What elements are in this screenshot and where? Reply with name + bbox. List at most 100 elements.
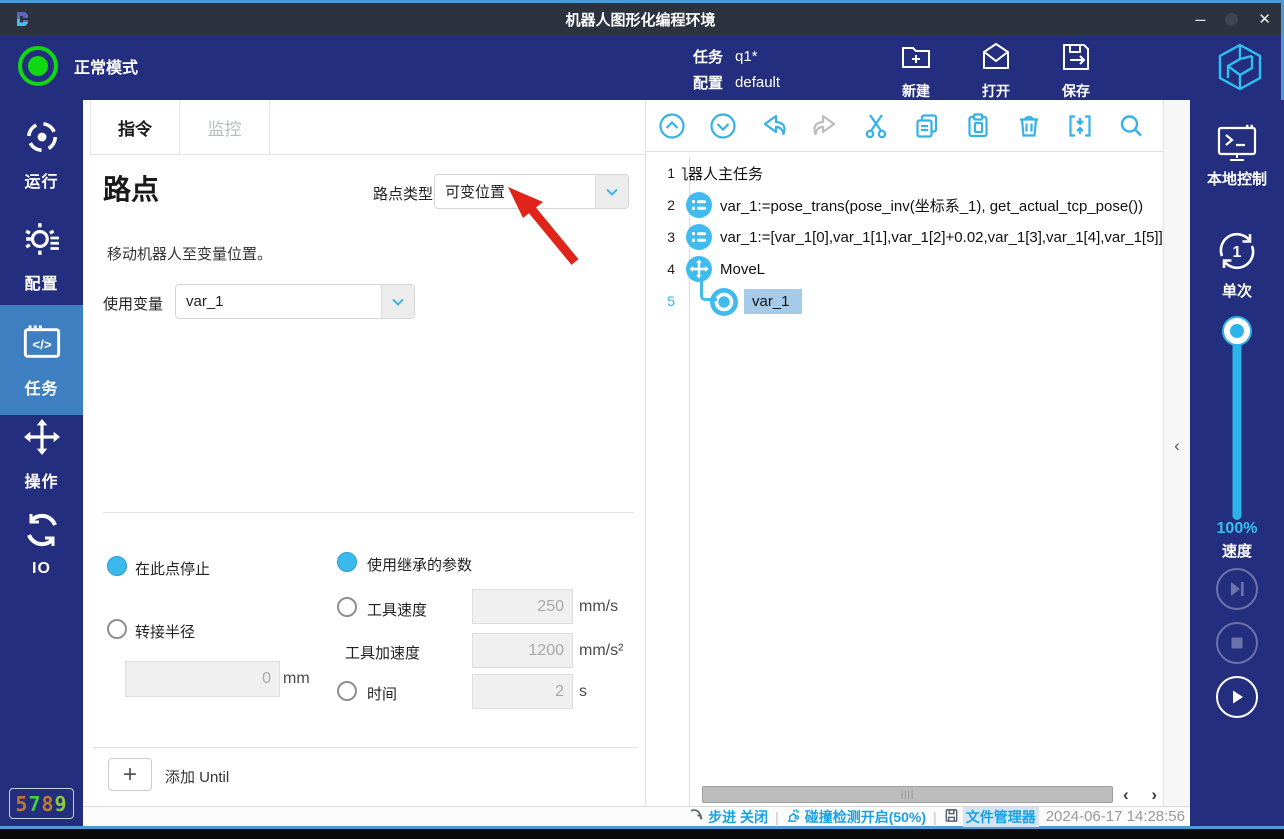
redo-icon xyxy=(811,112,839,140)
tab-bar: 指令 监控 xyxy=(90,100,645,155)
mode-status-icon xyxy=(18,46,58,86)
radio-blend-radius[interactable] xyxy=(107,619,127,639)
single-run-icon[interactable]: 1 xyxy=(1214,228,1260,279)
tab-command[interactable]: 指令 xyxy=(90,100,180,154)
task-config-info: 任务 q1* 配置 default xyxy=(693,43,780,95)
mode-label: 正常模式 xyxy=(74,54,138,78)
tool-speed-unit: mm/s xyxy=(579,598,618,616)
move-down-icon[interactable] xyxy=(709,112,737,140)
minimize-button[interactable]: – xyxy=(1195,14,1205,24)
speed-label: 速度 xyxy=(1190,540,1284,561)
tree-toolbar xyxy=(646,100,1163,152)
single-run-label: 单次 xyxy=(1190,280,1284,301)
radio-time[interactable] xyxy=(337,681,357,701)
waypoint-type-label: 路点类型 xyxy=(373,183,433,204)
chevron-down-icon xyxy=(595,175,628,208)
local-control-icon[interactable] xyxy=(1215,124,1259,169)
header: 正常模式 任务 q1* 配置 default 新建 xyxy=(0,35,1281,100)
scroll-right-button[interactable]: › xyxy=(1151,786,1157,803)
tree-connector xyxy=(700,276,717,301)
waypoint-type-select[interactable]: 可变位置 xyxy=(434,174,629,209)
close-button[interactable]: ✕ xyxy=(1258,10,1271,28)
tool-speed-input[interactable]: 250 xyxy=(472,589,573,624)
scrollbar-thumb[interactable]: |||| xyxy=(702,786,1113,803)
panels: 指令 监控 路点 路点类型 可变位置 xyxy=(83,100,1190,806)
speed-slider-handle[interactable] xyxy=(1224,318,1250,344)
status-counter: 5789 xyxy=(9,788,74,819)
right-sidebar: 本地控制 1 单次 100% 速度 xyxy=(1190,100,1284,826)
tree-row-main-task[interactable]: 1 机器人主任务 xyxy=(646,157,1163,189)
horizontal-scrollbar: |||| ‹ › xyxy=(646,785,1163,803)
file-manager-icon xyxy=(944,808,959,826)
replace-icon[interactable] xyxy=(1066,112,1094,140)
window-controls: – ✕ xyxy=(1195,3,1271,35)
config-value: default xyxy=(735,74,780,91)
sidebar-item-operate[interactable]: 操作 xyxy=(0,418,83,492)
speed-slider-track[interactable] xyxy=(1233,330,1242,520)
sidebar-item-task[interactable]: </> 任务 xyxy=(0,305,83,415)
assignment-icon xyxy=(686,192,712,218)
collapse-chevron-icon[interactable]: ‹ xyxy=(1174,436,1180,456)
open-button[interactable]: 打开 xyxy=(963,40,1029,101)
tree-row-assignment-1[interactable]: 2 var_1:=pose_trans(pose_inv(坐标系_1), get… xyxy=(646,189,1163,221)
app-window: 机器人图形化编程环境 – ✕ 正常模式 任务 q1* 配置 default xyxy=(0,0,1284,829)
search-icon[interactable] xyxy=(1117,112,1145,140)
window-title: 机器人图形化编程环境 xyxy=(565,9,715,30)
time-label: 时间 xyxy=(367,683,397,704)
local-control-label: 本地控制 xyxy=(1190,168,1284,189)
tree-row-assignment-2[interactable]: 3 var_1:=[var_1[0],var_1[1],var_1[2]+0.0… xyxy=(646,221,1163,253)
window-edge xyxy=(0,829,1284,839)
save-button[interactable]: 保存 xyxy=(1043,40,1109,101)
new-button[interactable]: 新建 xyxy=(883,40,949,101)
time-input[interactable]: 2 xyxy=(472,674,573,709)
radio-stop-at-point[interactable] xyxy=(107,556,127,576)
tab-monitor[interactable]: 监控 xyxy=(180,100,270,154)
task-label: 任务 xyxy=(693,46,723,67)
left-sidebar: 运行 配置 xyxy=(0,100,83,826)
step-arrow-icon xyxy=(689,808,704,826)
chevron-down-icon xyxy=(381,285,414,318)
copy-icon[interactable] xyxy=(913,112,941,140)
brand-logo-icon xyxy=(1215,42,1265,92)
scrollbar-track[interactable]: |||| xyxy=(647,786,1117,803)
radio-inherit-params[interactable] xyxy=(337,552,357,572)
statusbar: 步进 关闭 | 碰撞检测开启(50%) | 文件管理器 2024-06-17 1… xyxy=(83,806,1190,826)
sidebar-item-config[interactable]: 配置 xyxy=(0,220,83,294)
selected-node-label: var_1 xyxy=(744,289,802,314)
tool-accel-input[interactable]: 1200 xyxy=(472,633,573,668)
program-tree: 1 机器人主任务 2 var_1:=pose_trans(pose_inv(坐标… xyxy=(646,157,1163,317)
delete-icon[interactable] xyxy=(1015,112,1043,140)
tool-speed-label: 工具速度 xyxy=(367,599,427,620)
add-until-button[interactable]: + xyxy=(108,758,152,791)
center-column: 指令 监控 路点 路点类型 可变位置 xyxy=(83,100,1190,826)
paste-icon[interactable] xyxy=(964,112,992,140)
blend-radius-input[interactable]: 0 xyxy=(125,661,280,697)
move-up-icon[interactable] xyxy=(658,112,686,140)
cut-icon[interactable] xyxy=(862,112,890,140)
undo-icon[interactable] xyxy=(760,112,788,140)
variable-select[interactable]: var_1 xyxy=(175,284,415,319)
scroll-left-button[interactable]: ‹ xyxy=(1123,786,1129,803)
collision-detect-status[interactable]: 碰撞检测开启(50%) xyxy=(786,807,926,827)
header-buttons: 新建 打开 保存 xyxy=(883,40,1109,101)
tool-accel-unit: mm/s² xyxy=(579,642,623,660)
svg-text:1: 1 xyxy=(1233,244,1242,261)
blend-radius-label: 转接半径 xyxy=(135,621,195,642)
collapse-strip: ‹ xyxy=(1163,100,1190,806)
blend-radius-unit: mm xyxy=(283,670,310,688)
play-button[interactable] xyxy=(1216,676,1258,718)
save-icon xyxy=(1059,40,1093,79)
waypoint-description: 移动机器人至变量位置。 xyxy=(107,243,272,264)
sidebar-item-run[interactable]: 运行 xyxy=(0,118,83,192)
inherit-params-label: 使用继承的参数 xyxy=(367,554,472,575)
stop-button[interactable] xyxy=(1216,622,1258,664)
step-mode-status[interactable]: 步进 关闭 xyxy=(689,807,768,827)
radio-tool-speed[interactable] xyxy=(337,597,357,617)
step-forward-button[interactable] xyxy=(1216,568,1258,610)
maximize-button[interactable] xyxy=(1225,13,1238,26)
tree-row-waypoint[interactable]: 5 var_1 xyxy=(646,285,1163,317)
sidebar-item-io[interactable]: IO xyxy=(0,512,83,578)
task-code-icon: </> xyxy=(22,323,62,368)
tree-row-movel[interactable]: 4 MoveL xyxy=(646,253,1163,285)
file-manager-status[interactable]: 文件管理器 xyxy=(944,807,1039,827)
